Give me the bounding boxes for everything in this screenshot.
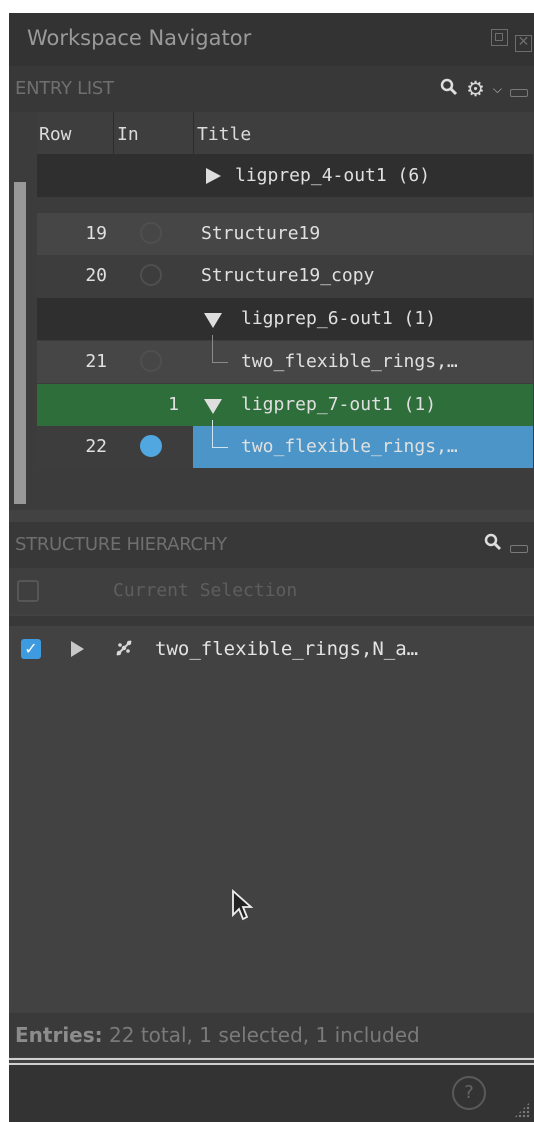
resize-grip-icon[interactable] xyxy=(514,1102,530,1118)
row-number: 21 xyxy=(85,351,107,372)
row-number-cell xyxy=(37,155,113,197)
expand-triangle-icon[interactable] xyxy=(206,168,221,184)
column-header-in[interactable]: In xyxy=(117,124,139,145)
workspace-navigator-panel: Workspace Navigator ✕ ENTRY LIST ⚙ ⌵ Row… xyxy=(9,13,534,1122)
molecule-icon xyxy=(113,637,135,664)
include-toggle[interactable] xyxy=(140,222,162,244)
entry-list-table: Row In Title ligprep_4-out1 (6) 19 Struc… xyxy=(9,112,534,510)
expand-triangle-icon[interactable] xyxy=(71,641,84,657)
float-icon[interactable] xyxy=(490,29,508,46)
status-text: Entries: 22 total, 1 selected, 1 include… xyxy=(15,1023,420,1047)
collapse-triangle-icon[interactable] xyxy=(204,313,222,328)
search-icon[interactable] xyxy=(484,533,502,556)
table-row-group[interactable]: ligprep_6-out1 (1) xyxy=(37,298,533,340)
include-toggle[interactable] xyxy=(140,435,162,457)
current-selection-checkbox[interactable] xyxy=(17,580,39,602)
panel-titlebar: Workspace Navigator ✕ xyxy=(9,13,534,66)
structure-hierarchy-header: STRUCTURE HIERARCHY xyxy=(9,522,534,568)
row-number: 22 xyxy=(85,436,107,457)
group-title: ligprep_6-out1 (1) xyxy=(241,308,437,329)
entry-title: Structure19_copy xyxy=(201,265,375,286)
status-bar: Entries: 22 total, 1 selected, 1 include… xyxy=(9,1013,534,1057)
status-label: Entries: xyxy=(15,1023,103,1047)
search-icon[interactable] xyxy=(440,78,458,101)
panel-title: Workspace Navigator xyxy=(27,26,252,50)
column-header-title[interactable]: Title xyxy=(197,124,251,145)
chevron-down-icon[interactable]: ⌵ xyxy=(493,82,502,97)
collapse-triangle-icon[interactable] xyxy=(204,399,222,414)
hierarchy-item[interactable]: ✓ two_flexible_rings,N_a… xyxy=(9,629,534,669)
column-header-row[interactable]: Row xyxy=(39,124,72,145)
vertical-scrollbar[interactable] xyxy=(14,182,26,504)
include-toggle[interactable] xyxy=(140,264,162,286)
entry-title: two_flexible_rings,… xyxy=(241,351,458,372)
table-row-group[interactable]: 1 ligprep_7-out1 (1) xyxy=(37,384,533,426)
status-value: 22 total, 1 selected, 1 included xyxy=(109,1023,420,1047)
current-selection-row: Current Selection xyxy=(9,568,534,614)
entry-list-label: ENTRY LIST xyxy=(15,78,114,99)
gear-icon[interactable]: ⚙ xyxy=(466,77,485,101)
row-number: 20 xyxy=(85,265,107,286)
table-header-row: Row In Title xyxy=(37,112,533,155)
close-icon[interactable]: ✕ xyxy=(515,35,532,52)
tree-connector xyxy=(212,335,228,363)
in-cell xyxy=(113,155,193,197)
table-row[interactable]: 19 Structure19 xyxy=(37,213,533,255)
group-title: ligprep_4-out1 (6) xyxy=(235,165,431,186)
table-row[interactable]: 21 two_flexible_rings,… xyxy=(37,335,533,383)
table-row-group[interactable]: ligprep_4-out1 (6) xyxy=(37,155,533,197)
minimize-icon[interactable] xyxy=(510,89,528,97)
title-cell[interactable]: ligprep_4-out1 (6) xyxy=(193,155,533,197)
current-selection-label: Current Selection xyxy=(113,580,298,601)
hierarchy-checkbox[interactable]: ✓ xyxy=(21,639,41,659)
structure-hierarchy-label: STRUCTURE HIERARCHY xyxy=(15,534,227,555)
table-row-selected[interactable]: 22 two_flexible_rings,… xyxy=(37,420,533,468)
tree-connector xyxy=(212,420,228,448)
minimize-icon[interactable] xyxy=(510,544,528,553)
group-title: ligprep_7-out1 (1) xyxy=(241,394,437,415)
row-number: 19 xyxy=(85,223,107,244)
table-row[interactable]: 20 Structure19_copy xyxy=(37,255,533,297)
hierarchy-item-label: two_flexible_rings,N_a… xyxy=(155,638,419,660)
entry-list-header: ENTRY LIST ⚙ ⌵ xyxy=(9,66,534,112)
entry-title: two_flexible_rings,… xyxy=(241,436,458,457)
entry-title: Structure19 xyxy=(201,223,321,244)
bottom-toolbar: ? xyxy=(9,1065,534,1122)
include-toggle[interactable] xyxy=(140,350,162,372)
help-icon[interactable]: ? xyxy=(452,1076,486,1110)
included-count: 1 xyxy=(168,394,179,415)
